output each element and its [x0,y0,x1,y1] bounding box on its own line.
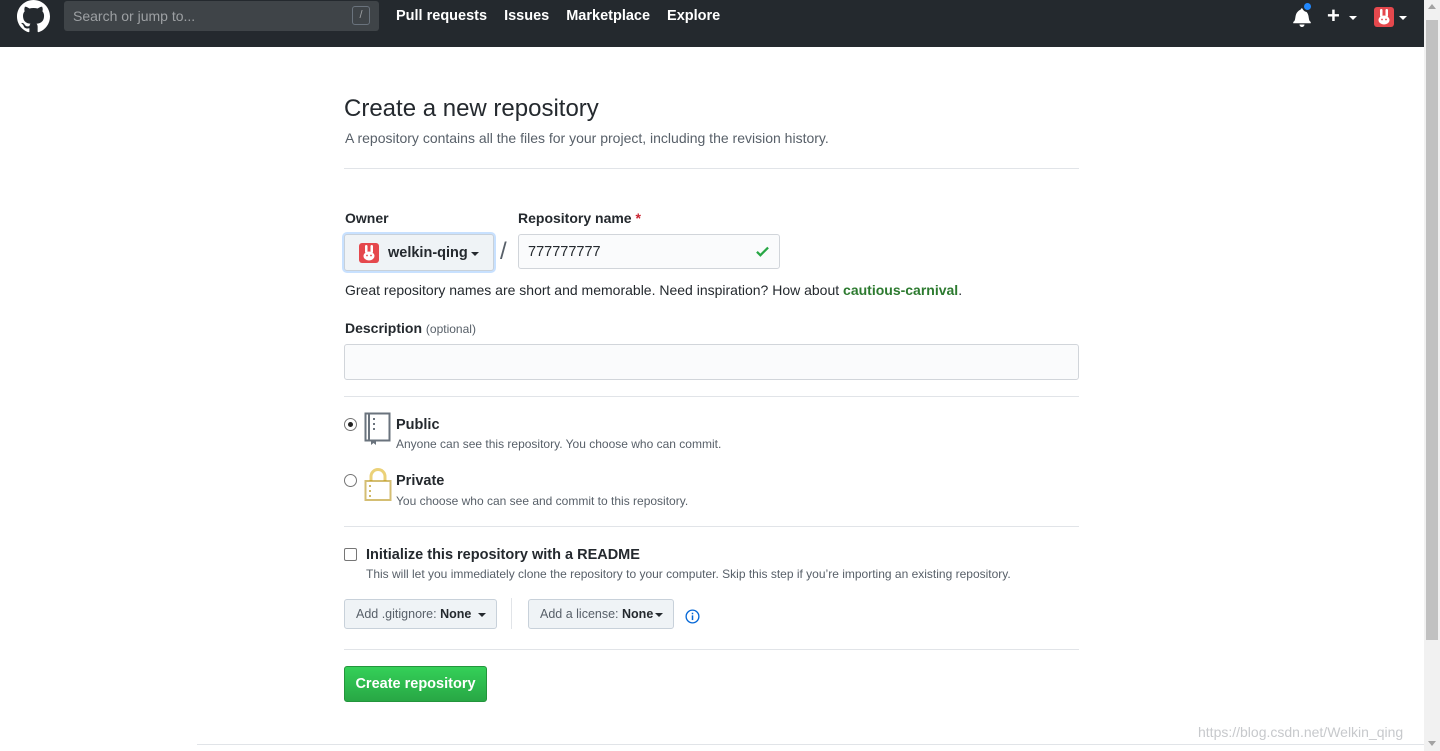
footer-divider [197,744,1424,745]
owner-caret-icon [471,252,479,256]
watermark-text: https://blog.csdn.net/Welkin_qing [1198,724,1404,740]
gitignore-caret-icon [478,613,486,617]
owner-label: Owner [345,210,389,226]
rabbit-avatar-icon [363,245,375,261]
readme-title[interactable]: Initialize this repository with a README [366,547,640,563]
private-option-title: Private [396,473,445,489]
gitignore-value: None [440,607,472,621]
avatar-caret-icon[interactable] [1399,16,1407,20]
nav-marketplace[interactable]: Marketplace [566,8,650,24]
top-header: Search or jump to... / Pull requests Iss… [0,0,1424,47]
hint-end: . [958,282,963,298]
user-avatar[interactable] [1374,7,1394,27]
scrollbar-thumb[interactable] [1426,20,1438,640]
optional-tag: (optional) [425,322,476,336]
repo-name-hint: Great repository names are short and mem… [345,282,962,298]
page-scrollbar[interactable] [1424,0,1440,751]
description-label-text: Description [345,320,423,336]
plus-caret-icon[interactable] [1349,16,1357,20]
lock-icon [364,468,392,501]
owner-avatar [359,243,379,263]
rabbit-avatar-icon [1378,9,1390,25]
public-radio[interactable] [344,418,357,431]
info-icon[interactable] [685,609,700,624]
plus-icon[interactable]: + [1327,3,1340,29]
repo-name-label: Repository name * [518,210,641,226]
search-shortcut-key: / [352,6,370,25]
description-label: Description (optional) [345,320,476,336]
public-option-title: Public [396,417,440,433]
readme-checkbox[interactable] [344,548,357,561]
valid-check-icon [756,246,769,257]
description-input[interactable] [344,344,1079,380]
license-prefix: Add a license: [540,607,619,621]
search-input[interactable]: Search or jump to... / [64,1,379,31]
scroll-up-arrow-icon[interactable] [1428,4,1436,9]
search-placeholder: Search or jump to... [73,8,196,24]
gitignore-prefix: Add .gitignore: [356,607,437,621]
public-option-desc: Anyone can see this repository. You choo… [396,437,722,451]
license-value: None [622,607,654,621]
owner-repo-separator: / [500,238,507,265]
readme-desc: This will let you immediately clone the … [366,567,1011,581]
nav-issues[interactable]: Issues [504,8,549,24]
repo-name-input[interactable] [518,234,780,269]
header-nav: Pull requests Issues Marketplace Explore [396,8,720,24]
name-suggestion-link[interactable]: cautious-carnival [843,282,958,298]
owner-name: welkin-qing [388,245,468,261]
private-option-desc: You choose who can see and commit to thi… [396,494,689,508]
license-select-button[interactable]: Add a license: None [528,599,674,629]
nav-pull-requests[interactable]: Pull requests [396,8,487,24]
divider [344,396,1079,397]
repo-book-icon [364,412,391,445]
github-logo-icon[interactable] [17,0,50,33]
page-subtitle: A repository contains all the files for … [345,130,829,146]
vertical-divider [511,598,512,629]
owner-select-button[interactable]: welkin-qing [344,234,494,271]
divider [344,526,1079,527]
repo-name-label-text: Repository name [518,210,632,226]
scroll-down-arrow-icon[interactable] [1428,741,1436,746]
notification-unread-dot [1302,1,1313,12]
gitignore-select-button[interactable]: Add .gitignore: None [344,599,497,629]
hint-text: Great repository names are short and mem… [345,282,844,298]
nav-explore[interactable]: Explore [667,8,720,24]
license-caret-icon [655,613,663,617]
divider [344,649,1079,650]
divider [344,168,1079,169]
page-title: Create a new repository [344,95,599,122]
required-mark: * [635,210,641,226]
create-repository-button[interactable]: Create repository [344,666,487,702]
private-radio[interactable] [344,474,357,487]
